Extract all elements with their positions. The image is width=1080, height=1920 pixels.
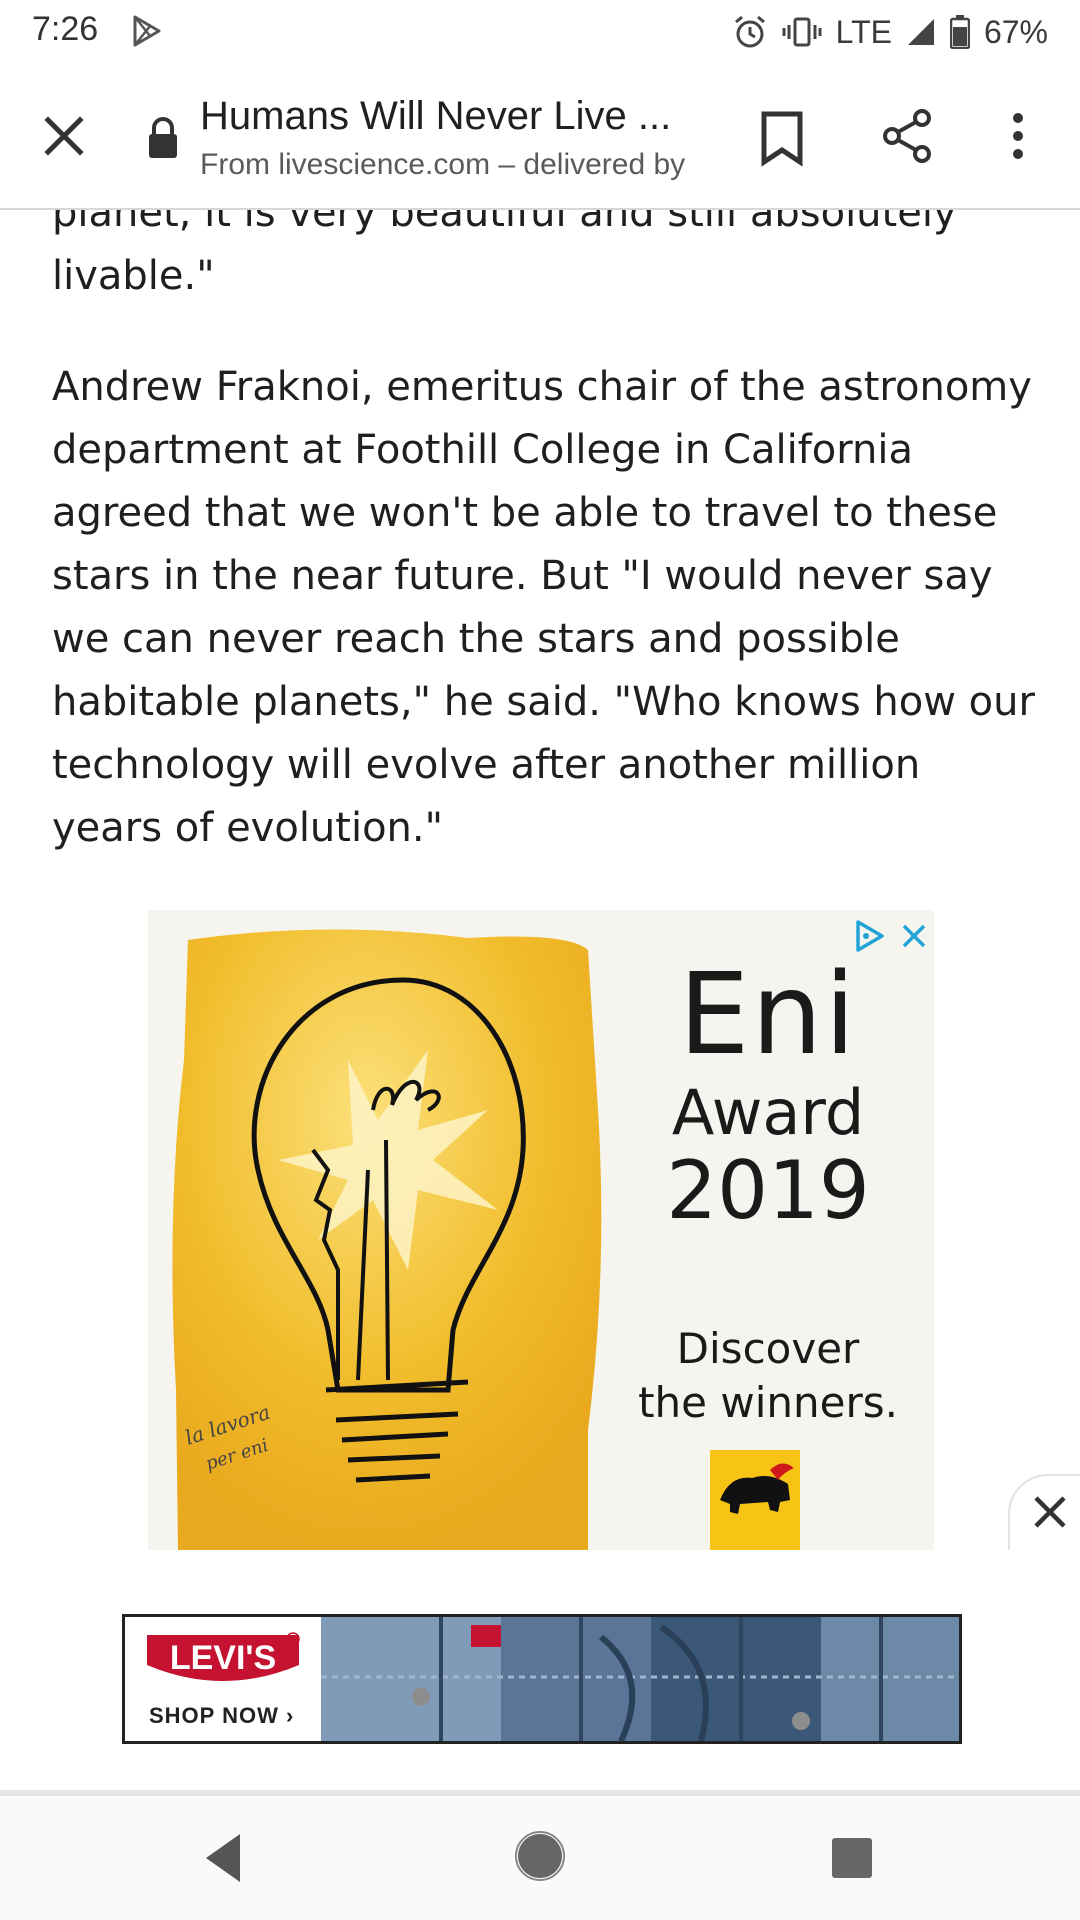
close-icon[interactable] (32, 104, 96, 168)
eni-ad-cta-line2: the winners. (638, 1378, 898, 1427)
battery-level: 67% (983, 13, 1048, 50)
eni-ad-year: 2019 (666, 1144, 870, 1237)
adchoices-icon[interactable] (852, 918, 888, 954)
recents-icon[interactable] (830, 1836, 874, 1884)
levis-ad[interactable]: LEVI'S SHOP NOW › (122, 1614, 962, 1744)
eni-ad-headline: Eni Award 2019 (638, 950, 898, 1236)
vibrate-icon (782, 16, 822, 48)
home-icon[interactable] (514, 1830, 566, 1886)
page-title[interactable]: Humans Will Never Live ... (200, 94, 690, 139)
levis-brand-text: LEVI'S (170, 1639, 276, 1677)
eni-logo (710, 1450, 800, 1550)
status-bar: 7:26 LTE 67% (0, 0, 1080, 64)
eni-ad-brand: Eni (678, 950, 858, 1080)
eni-ad-award: Award (671, 1076, 865, 1149)
levis-shop-now[interactable]: SHOP NOW › (149, 1703, 294, 1729)
system-nav-bar (0, 1796, 1080, 1920)
network-label: LTE (835, 13, 892, 50)
levis-logo: LEVI'S SHOP NOW › (125, 1617, 321, 1741)
article-body[interactable]: planet, it is very beautiful and still a… (0, 210, 1080, 1550)
back-icon[interactable] (200, 1830, 248, 1890)
eni-ad-cta-line1: Discover (676, 1324, 860, 1373)
share-icon[interactable] (876, 104, 940, 168)
eni-ad[interactable]: la lavora per eni Eni Award 2019 Discove… (148, 910, 934, 1550)
play-store-icon (132, 14, 162, 52)
banner-close-button[interactable] (1008, 1474, 1080, 1550)
lock-icon[interactable] (146, 116, 180, 160)
bookmark-icon[interactable] (756, 106, 808, 170)
alarm-icon (732, 14, 768, 50)
status-time: 7:26 (32, 10, 99, 48)
more-vert-icon[interactable] (998, 104, 1038, 168)
eni-ad-cta[interactable]: Discover the winners. (608, 1322, 928, 1430)
battery-icon (949, 15, 970, 49)
sticky-banner-ad[interactable]: LEVI'S SHOP NOW › (0, 1550, 1080, 1796)
signal-icon (906, 17, 936, 47)
ad-close-icon[interactable] (896, 918, 932, 954)
page-origin[interactable]: From livescience.com – delivered by (200, 148, 702, 182)
denim-photo (321, 1617, 959, 1741)
article-paragraph: Andrew Fraknoi, emeritus chair of the as… (52, 364, 1035, 851)
custom-tab-toolbar: Humans Will Never Live ... From livescie… (0, 64, 1080, 210)
article-paragraph: planet, it is very beautiful and still a… (52, 210, 957, 299)
